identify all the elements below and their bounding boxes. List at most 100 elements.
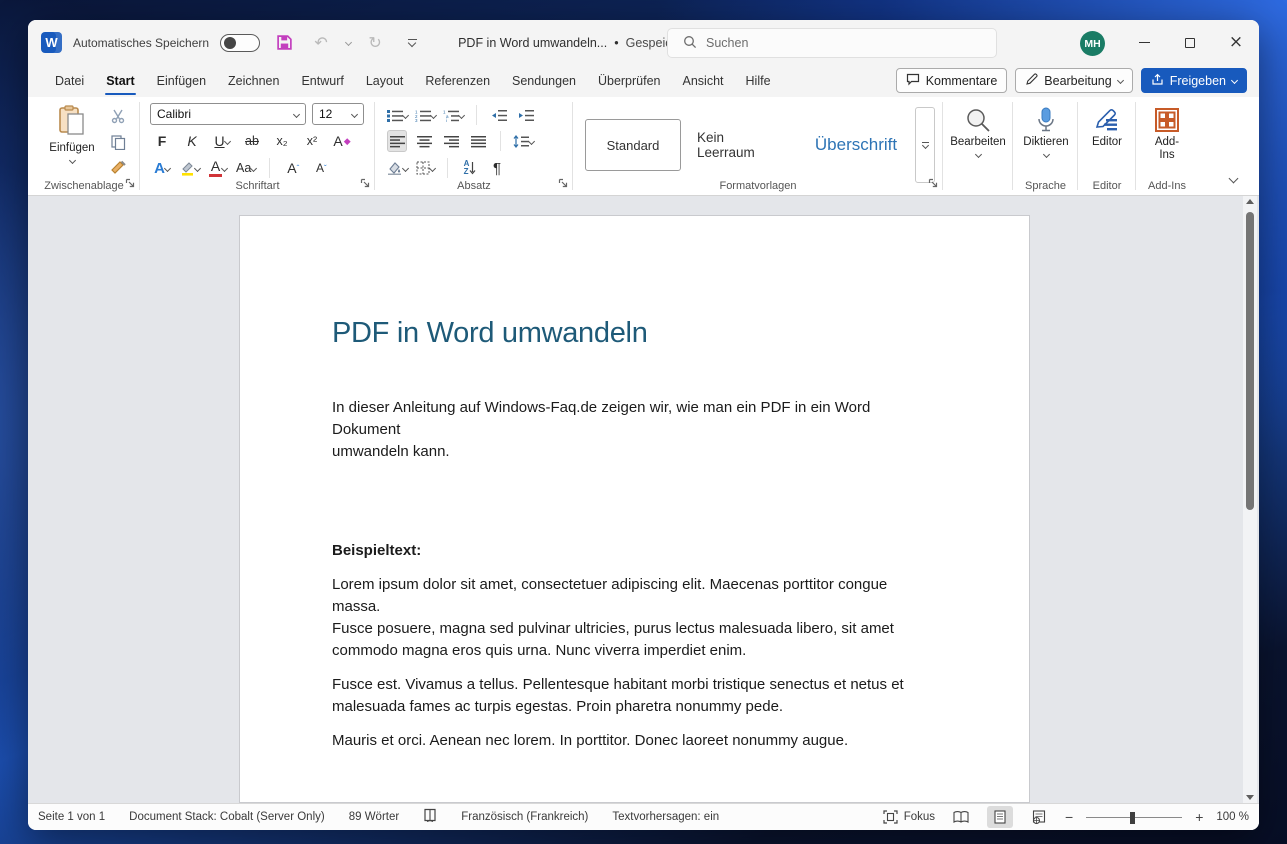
subscript-button[interactable]: x₂ (272, 130, 292, 152)
document-paragraph-fusce[interactable]: Fusce est. Vivamus a tellus. Pellentesqu… (332, 674, 937, 718)
font-family-select[interactable]: Calibri (150, 103, 306, 125)
editing-mode-button[interactable]: Bearbeitung (1015, 68, 1132, 93)
tab-ansicht[interactable]: Ansicht (672, 65, 735, 97)
zoom-slider[interactable] (1086, 817, 1182, 818)
superscript-button[interactable]: x² (302, 130, 322, 152)
copy-icon[interactable] (108, 131, 128, 153)
tab-hilfe[interactable]: Hilfe (735, 65, 782, 97)
undo-chevron-icon[interactable] (345, 39, 352, 46)
document-paragraph-mauris[interactable]: Mauris et orci. Aenean nec lorem. In por… (332, 730, 937, 752)
text-predictions-status[interactable]: Textvorhersagen: ein (612, 811, 719, 823)
shading-button[interactable] (387, 157, 408, 179)
paragraph-dialog-launcher-icon[interactable] (558, 178, 568, 191)
editing-dropdown-button[interactable]: Bearbeiten (948, 99, 1008, 157)
align-right-button[interactable] (441, 130, 461, 152)
cut-icon[interactable] (108, 105, 128, 127)
document-title[interactable]: PDF in Word umwandeln... (458, 36, 607, 50)
multilevel-list-button[interactable]: 1ai (443, 104, 464, 126)
close-button[interactable]: × (1213, 20, 1259, 65)
paste-button[interactable]: Einfügen (42, 97, 102, 163)
tab-layout[interactable]: Layout (355, 65, 415, 97)
undo-icon[interactable]: ↶ (308, 30, 334, 56)
tab-datei[interactable]: Datei (44, 65, 95, 97)
align-left-button[interactable] (387, 130, 407, 152)
customize-quick-access-icon[interactable] (399, 30, 425, 56)
document-page[interactable]: PDF in Word umwandeln In dieser Anleitun… (239, 215, 1030, 803)
tab-einfuegen[interactable]: Einfügen (146, 65, 217, 97)
maximize-button[interactable] (1167, 20, 1213, 65)
word-count[interactable]: 89 Wörter (349, 811, 400, 823)
clear-formatting-button[interactable]: A◆ (332, 130, 352, 152)
align-center-button[interactable] (414, 130, 434, 152)
zoom-level[interactable]: 100 % (1216, 811, 1249, 823)
dictate-group: Diktieren Sprache (1013, 97, 1078, 195)
zoom-slider-thumb[interactable] (1130, 812, 1135, 824)
numbered-list-button[interactable]: 123 (415, 104, 436, 126)
document-paragraph-lorem[interactable]: Lorem ipsum dolor sit amet, consectetuer… (332, 574, 937, 662)
bold-button[interactable]: F (152, 130, 172, 152)
account-avatar[interactable]: MH (1080, 31, 1105, 56)
zoom-out-button[interactable]: − (1065, 809, 1073, 825)
scrollbar-thumb[interactable] (1246, 212, 1254, 510)
vertical-scrollbar[interactable] (1243, 196, 1257, 803)
line-spacing-button[interactable] (513, 130, 534, 152)
proofing-status-icon[interactable] (423, 808, 437, 826)
font-color-button[interactable]: A (208, 157, 228, 179)
sort-button[interactable]: AZ (460, 157, 480, 179)
read-mode-button[interactable] (948, 806, 974, 828)
print-layout-button[interactable] (987, 806, 1013, 828)
style-standard[interactable]: Standard (585, 119, 681, 171)
save-icon[interactable] (271, 30, 297, 56)
shrink-font-button[interactable]: Aˇ (311, 157, 331, 179)
pilcrow-button[interactable]: ¶ (487, 157, 507, 179)
justify-button[interactable] (468, 130, 488, 152)
tab-ueberpruefen[interactable]: Überprüfen (587, 65, 672, 97)
tab-sendungen[interactable]: Sendungen (501, 65, 587, 97)
scroll-down-icon[interactable] (1246, 795, 1254, 800)
tab-referenzen[interactable]: Referenzen (414, 65, 501, 97)
italic-button[interactable]: K (182, 130, 202, 152)
change-case-button[interactable]: Aa (236, 157, 256, 179)
redo-icon[interactable]: ↻ (362, 30, 388, 56)
tab-entwurf[interactable]: Entwurf (290, 65, 354, 97)
search-input[interactable]: Suchen (667, 28, 997, 58)
style-ueberschrift[interactable]: Überschrift (801, 119, 911, 171)
web-layout-button[interactable] (1026, 806, 1052, 828)
language-status[interactable]: Französisch (Frankreich) (461, 811, 588, 823)
format-painter-icon[interactable] (108, 157, 128, 179)
document-sample-label[interactable]: Beispieltext: (332, 540, 937, 562)
tab-start[interactable]: Start (95, 65, 145, 97)
highlight-button[interactable] (180, 157, 200, 179)
font-dialog-launcher-icon[interactable] (360, 178, 370, 191)
font-size-select[interactable]: 12 (312, 103, 364, 125)
style-kein-leerraum[interactable]: Kein Leerraum (685, 119, 797, 171)
tab-zeichnen[interactable]: Zeichnen (217, 65, 290, 97)
dictate-button[interactable]: Diktieren (1016, 99, 1076, 157)
decrease-indent-button[interactable] (489, 104, 509, 126)
addins-button[interactable]: Add- Ins (1137, 99, 1197, 162)
zoom-in-button[interactable]: + (1195, 809, 1203, 825)
bullet-list-button[interactable] (387, 104, 408, 126)
minimize-button[interactable] (1121, 20, 1167, 65)
document-paragraph-intro[interactable]: In dieser Anleitung auf Windows-Faq.de z… (332, 397, 937, 463)
styles-gallery-more-button[interactable] (915, 107, 935, 183)
grow-font-button[interactable]: Aˆ (283, 157, 303, 179)
clipboard-dialog-launcher-icon[interactable] (125, 178, 135, 191)
document-stack-status[interactable]: Document Stack: Cobalt (Server Only) (129, 811, 325, 823)
text-effects-button[interactable]: A (152, 157, 172, 179)
share-button[interactable]: Freigeben (1141, 68, 1247, 93)
scroll-up-icon[interactable] (1246, 199, 1254, 204)
word-app-icon[interactable]: W (41, 32, 62, 53)
comments-button[interactable]: Kommentare (896, 68, 1008, 93)
document-heading[interactable]: PDF in Word umwandeln (332, 316, 937, 351)
editor-button[interactable]: Editor (1078, 99, 1136, 149)
strikethrough-button[interactable]: ab (242, 130, 262, 152)
styles-dialog-launcher-icon[interactable] (928, 178, 938, 191)
borders-button[interactable] (415, 157, 435, 179)
autosave-toggle[interactable] (220, 34, 260, 52)
increase-indent-button[interactable] (516, 104, 536, 126)
underline-button[interactable]: U (212, 130, 232, 152)
page-count[interactable]: Seite 1 von 1 (38, 811, 105, 823)
focus-mode-button[interactable]: Fokus (883, 810, 935, 824)
collapse-ribbon-icon[interactable] (1230, 175, 1237, 187)
